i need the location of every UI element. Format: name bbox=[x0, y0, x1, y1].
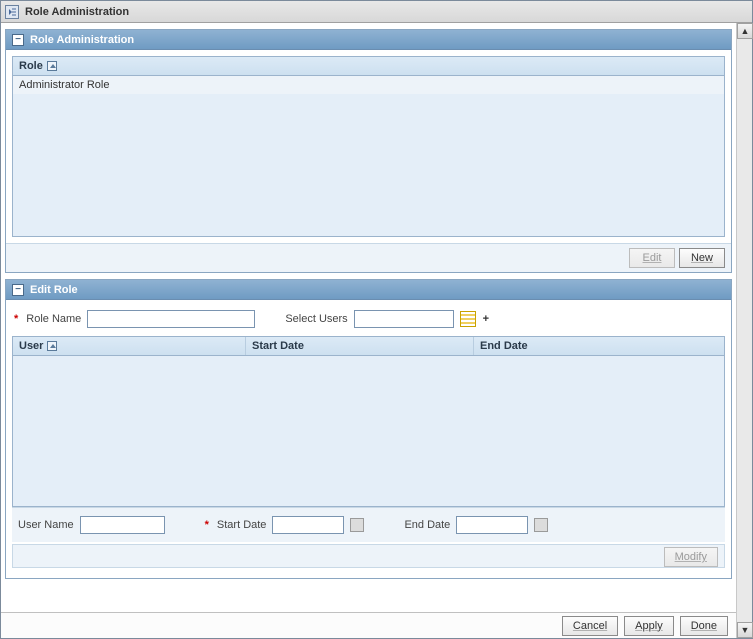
end-date-input[interactable] bbox=[456, 516, 528, 534]
role-name-label: Role Name bbox=[26, 313, 81, 325]
column-user-label: User bbox=[19, 340, 43, 352]
panel-title: Role Administration bbox=[30, 34, 134, 46]
column-end-date[interactable]: End Date bbox=[474, 337, 724, 355]
select-users-input[interactable] bbox=[354, 310, 454, 328]
users-grid-header: User Start Date End Date bbox=[13, 337, 724, 356]
field-end-date: End Date bbox=[404, 516, 548, 534]
users-grid-body bbox=[13, 356, 724, 506]
vertical-scrollbar[interactable]: ▲ ▼ bbox=[736, 23, 752, 638]
edit-role-form-row: * Role Name Select Users + bbox=[12, 306, 725, 336]
roles-grid: Role Administrator Role bbox=[12, 56, 725, 237]
required-marker: * bbox=[205, 519, 209, 531]
panel-role-administration: − Role Administration Role Administrator… bbox=[5, 29, 732, 273]
column-start-date-label: Start Date bbox=[252, 340, 304, 352]
sort-icon bbox=[47, 61, 57, 71]
panel-title: Edit Role bbox=[30, 284, 78, 296]
start-date-input[interactable] bbox=[272, 516, 344, 534]
modify-bar: Modify bbox=[12, 544, 725, 568]
panel-actions-role-admin: Edit New bbox=[6, 243, 731, 272]
edit-button[interactable]: Edit bbox=[629, 248, 675, 268]
table-row[interactable]: Administrator Role bbox=[13, 76, 724, 95]
column-role[interactable]: Role bbox=[13, 57, 724, 75]
footer-bar: Cancel Apply Done bbox=[1, 612, 736, 638]
column-start-date[interactable]: Start Date bbox=[246, 337, 474, 355]
cancel-button[interactable]: Cancel bbox=[562, 616, 618, 636]
field-user-name: User Name bbox=[18, 516, 165, 534]
apply-button[interactable]: Apply bbox=[624, 616, 674, 636]
sort-icon bbox=[47, 341, 57, 351]
required-marker: * bbox=[14, 313, 18, 325]
panel-body-role-admin: Role Administrator Role bbox=[6, 50, 731, 243]
user-detail-form: User Name * Start Date End Date bbox=[12, 507, 725, 542]
new-button[interactable]: New bbox=[679, 248, 725, 268]
modify-button[interactable]: Modify bbox=[664, 547, 718, 567]
users-grid: User Start Date End Date bbox=[12, 336, 725, 507]
calendar-icon[interactable] bbox=[534, 518, 548, 532]
field-role-name: * Role Name bbox=[14, 310, 255, 328]
panel-body-edit-role: * Role Name Select Users + User bbox=[6, 300, 731, 568]
role-name-input[interactable] bbox=[87, 310, 255, 328]
scroll-up-icon[interactable]: ▲ bbox=[737, 23, 753, 39]
user-name-input[interactable] bbox=[80, 516, 165, 534]
start-date-label: Start Date bbox=[217, 519, 267, 531]
field-start-date: * Start Date bbox=[205, 516, 365, 534]
calendar-icon[interactable] bbox=[350, 518, 364, 532]
panel-edit-role: − Edit Role * Role Name Select Users + bbox=[5, 279, 732, 579]
end-date-label: End Date bbox=[404, 519, 450, 531]
plus-icon[interactable]: + bbox=[483, 313, 489, 325]
cell-role: Administrator Role bbox=[19, 79, 109, 91]
field-select-users: Select Users + bbox=[285, 310, 489, 328]
roles-grid-body: Administrator Role bbox=[13, 76, 724, 236]
panel-header-role-admin: − Role Administration bbox=[6, 30, 731, 50]
scroll-down-icon[interactable]: ▼ bbox=[737, 622, 753, 638]
column-role-label: Role bbox=[19, 60, 43, 72]
done-button[interactable]: Done bbox=[680, 616, 728, 636]
roles-grid-header: Role bbox=[13, 57, 724, 76]
column-user[interactable]: User bbox=[13, 337, 246, 355]
content-area: − Role Administration Role Administrator… bbox=[1, 23, 736, 638]
column-end-date-label: End Date bbox=[480, 340, 528, 352]
panel-header-edit-role: − Edit Role bbox=[6, 280, 731, 300]
collapse-icon[interactable]: − bbox=[12, 34, 24, 46]
select-users-label: Select Users bbox=[285, 313, 347, 325]
collapse-icon[interactable]: − bbox=[12, 284, 24, 296]
window-title: Role Administration bbox=[25, 6, 129, 18]
lov-icon[interactable] bbox=[460, 311, 476, 327]
app-icon bbox=[5, 5, 19, 19]
user-name-label: User Name bbox=[18, 519, 74, 531]
titlebar: Role Administration bbox=[1, 1, 752, 23]
